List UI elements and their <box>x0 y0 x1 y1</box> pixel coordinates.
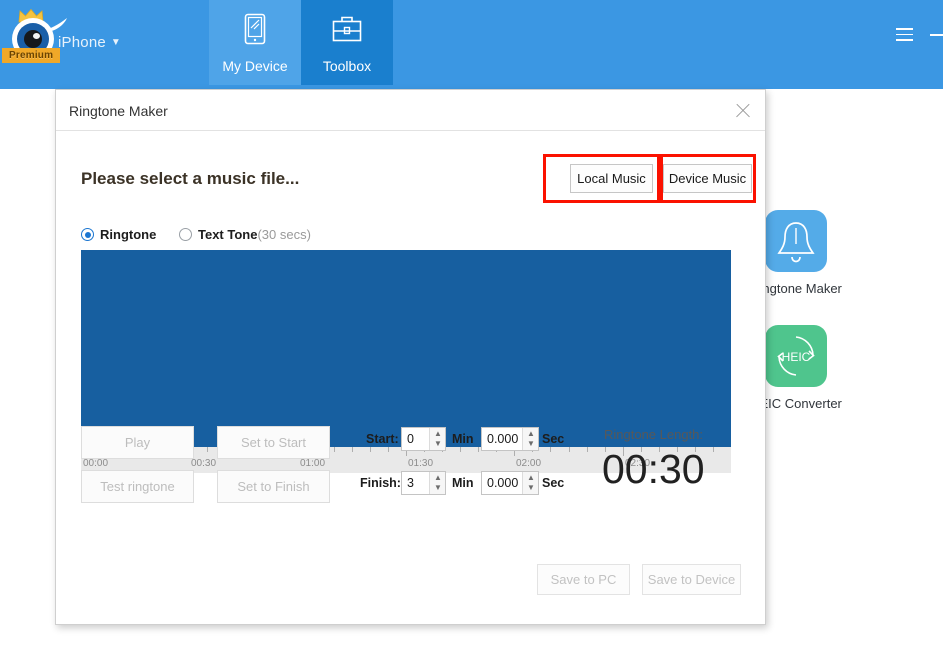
start-seconds-arrows[interactable]: ▲ ▼ <box>522 428 538 450</box>
device-name-label[interactable]: iPhone ▼ <box>58 34 121 51</box>
test-ringtone-button[interactable]: Test ringtone <box>81 470 194 503</box>
finish-minutes-stepper[interactable]: 3 ▲ ▼ <box>401 471 446 495</box>
premium-badge: Premium <box>2 48 61 63</box>
ruler-minor-tick <box>713 447 714 452</box>
logo-eye-pupil <box>24 30 42 48</box>
start-minutes-stepper[interactable]: 0 ▲ ▼ <box>401 427 446 451</box>
start-min-unit-label: Min <box>452 432 474 446</box>
ruler-label: 01:00 <box>300 458 326 469</box>
device-music-button[interactable]: Device Music <box>663 164 752 193</box>
start-minutes-down-icon[interactable]: ▼ <box>430 438 446 449</box>
ruler-minor-tick <box>388 447 389 452</box>
ruler-minor-tick <box>370 447 371 452</box>
radio-text-tone-indicator <box>179 228 192 241</box>
svg-text:HEIC: HEIC <box>782 350 811 364</box>
save-to-pc-button[interactable]: Save to PC <box>537 564 630 595</box>
ruler-minor-tick <box>587 447 588 452</box>
finish-label: Finish: <box>360 476 401 490</box>
device-name-text: iPhone <box>58 34 106 51</box>
start-seconds-value: 0.000 <box>487 432 519 446</box>
dialog-titlebar: Ringtone Maker <box>56 90 765 131</box>
finish-seconds-arrows[interactable]: ▲ ▼ <box>522 472 538 494</box>
finish-seconds-value: 0.000 <box>487 476 519 490</box>
local-music-button[interactable]: Local Music <box>570 164 653 193</box>
ruler-minor-tick <box>460 447 461 452</box>
ringtone-maker-dialog: Ringtone Maker Please select a music fil… <box>55 89 766 625</box>
tab-my-device-label: My Device <box>222 58 288 74</box>
finish-sec-unit-label: Sec <box>542 476 565 490</box>
finish-min-unit-label: Min <box>452 476 474 490</box>
heic-refresh-icon: HEIC <box>765 325 827 387</box>
bell-icon <box>765 210 827 272</box>
ruler-label: 02:00 <box>516 458 542 469</box>
device-selector[interactable]: Premium iPhone ▼ <box>0 0 180 85</box>
start-sec-unit-label: Sec <box>542 432 565 446</box>
ruler-minor-tick <box>352 447 353 452</box>
set-to-finish-button[interactable]: Set to Finish <box>217 470 330 503</box>
ruler-minor-tick <box>478 447 479 452</box>
ruler-minor-tick <box>550 447 551 452</box>
ruler-label: 01:30 <box>408 458 434 469</box>
start-minutes-value: 0 <box>407 432 414 446</box>
ringtone-length-value: 00:30 <box>602 446 705 492</box>
start-label: Start: <box>366 432 399 446</box>
finish-minutes-arrows[interactable]: ▲ ▼ <box>429 472 445 494</box>
dialog-heading: Please select a music file... <box>81 169 300 188</box>
tablet-icon <box>244 13 266 45</box>
tab-my-device[interactable]: My Device <box>209 0 301 85</box>
close-icon[interactable] <box>733 101 753 121</box>
start-seconds-down-icon[interactable]: ▼ <box>523 438 539 449</box>
finish-seconds-stepper[interactable]: 0.000 ▲ ▼ <box>481 471 539 495</box>
ruler-minor-tick <box>569 447 570 452</box>
window-minimize-icon[interactable] <box>930 34 943 36</box>
set-to-start-button[interactable]: Set to Start <box>217 426 330 459</box>
ruler-label: 00:00 <box>83 458 109 469</box>
finish-seconds-down-icon[interactable]: ▼ <box>523 482 539 493</box>
play-button[interactable]: Play <box>81 426 194 459</box>
radio-ringtone-label: Ringtone <box>100 227 157 242</box>
finish-minutes-value: 3 <box>407 476 414 490</box>
ruler-minor-tick <box>334 447 335 452</box>
radio-text-tone-label: Text Tone <box>198 227 258 242</box>
radio-ringtone-indicator <box>81 228 94 241</box>
radio-ringtone[interactable]: Ringtone <box>81 226 156 244</box>
logo-eye-glint <box>33 33 40 39</box>
radio-text-tone-sublabel: (30 secs) <box>257 227 311 242</box>
app-header: Premium iPhone ▼ My Device Toolbox <box>0 0 943 85</box>
briefcase-icon <box>332 16 362 42</box>
finish-minutes-down-icon[interactable]: ▼ <box>430 482 446 493</box>
dialog-title: Ringtone Maker <box>69 103 168 119</box>
tab-toolbox[interactable]: Toolbox <box>301 0 393 85</box>
start-seconds-stepper[interactable]: 0.000 ▲ ▼ <box>481 427 539 451</box>
waveform-graphic[interactable] <box>81 250 731 447</box>
hamburger-menu-icon[interactable] <box>896 28 913 41</box>
save-to-device-button[interactable]: Save to Device <box>642 564 741 595</box>
ringtone-length-label: Ringtone Length: <box>604 427 704 442</box>
chevron-down-icon: ▼ <box>110 37 122 48</box>
ruler-label: 00:30 <box>191 458 217 469</box>
ruler-minor-tick <box>207 447 208 452</box>
tab-toolbox-label: Toolbox <box>322 58 372 74</box>
start-minutes-arrows[interactable]: ▲ ▼ <box>429 428 445 450</box>
radio-text-tone[interactable]: Text Tone(30 secs) <box>179 226 311 244</box>
